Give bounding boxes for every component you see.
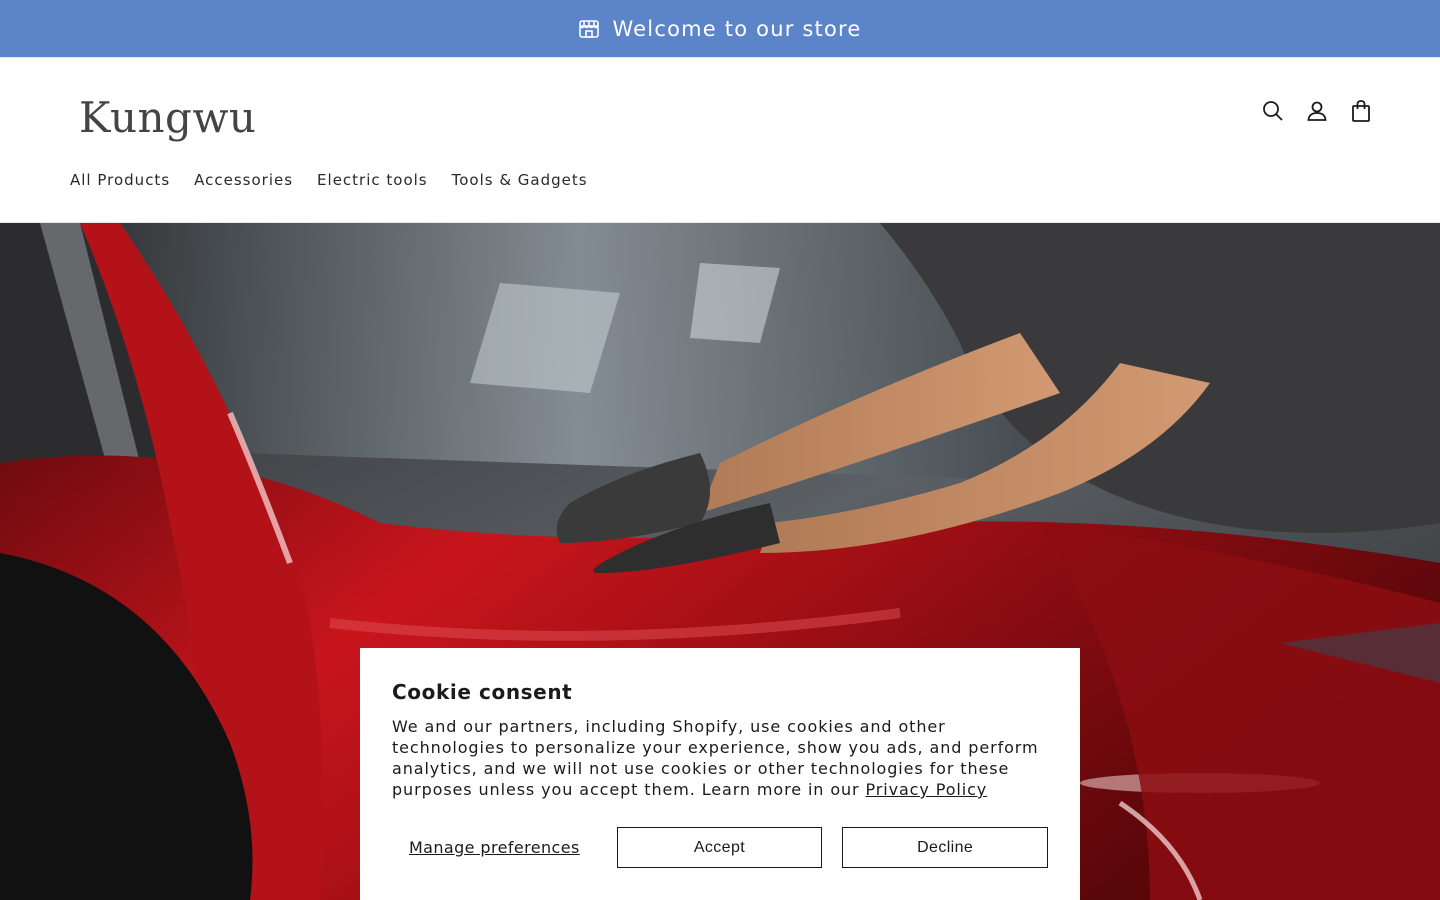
store-logo[interactable]: Kungwu <box>79 93 256 142</box>
cookie-title: Cookie consent <box>392 680 573 704</box>
cookie-actions: Manage preferences Accept Decline <box>392 827 1048 868</box>
main-nav: All Products Accessories Electric tools … <box>70 171 588 189</box>
accept-button[interactable]: Accept <box>616 827 823 868</box>
account-icon[interactable] <box>1306 99 1328 123</box>
nav-item-electric-tools[interactable]: Electric tools <box>317 171 428 189</box>
decline-button[interactable]: Decline <box>842 827 1048 868</box>
cart-icon[interactable] <box>1350 99 1372 123</box>
manage-preferences-link[interactable]: Manage preferences <box>392 838 597 857</box>
cookie-body: We and our partners, including Shopify, … <box>392 716 1048 800</box>
nav-item-accessories[interactable]: Accessories <box>194 171 293 189</box>
store-icon <box>578 18 600 40</box>
cookie-consent-dialog: Cookie consent We and our partners, incl… <box>360 648 1080 900</box>
nav-item-all-products[interactable]: All Products <box>70 171 170 189</box>
header-actions <box>1262 99 1372 123</box>
nav-item-tools-gadgets[interactable]: Tools & Gadgets <box>452 171 588 189</box>
privacy-policy-link[interactable]: Privacy Policy <box>866 780 988 799</box>
site-header: Kungwu All Products Accessories Electric… <box>0 59 1440 223</box>
announcement-bar: Welcome to our store <box>0 0 1440 58</box>
announcement-text: Welcome to our store <box>612 16 862 41</box>
search-icon[interactable] <box>1262 99 1284 123</box>
